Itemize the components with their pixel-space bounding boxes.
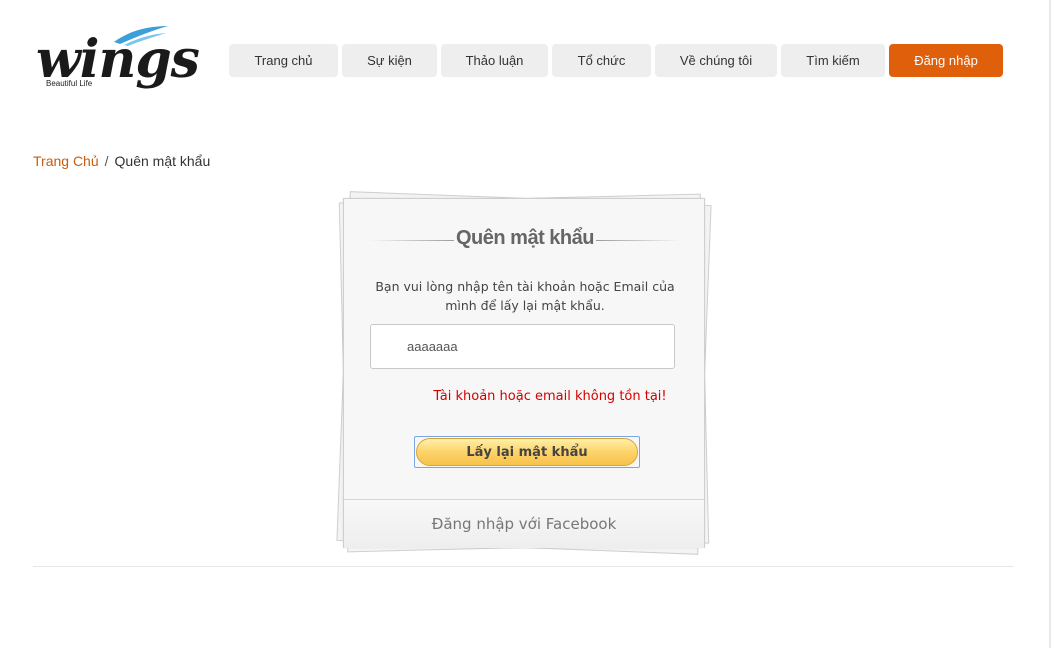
card-title: Quên mật khẩu: [370, 227, 680, 250]
error-message: Tài khoản hoặc email không tồn tại!: [433, 389, 667, 404]
nav-item-organization[interactable]: Tổ chức: [552, 44, 651, 77]
site-header: wings Beautiful Life Trang chủ Sự kiện T…: [0, 0, 1051, 110]
breadcrumb-current: Quên mật khẩu: [114, 153, 211, 169]
breadcrumb: Trang Chủ / Quên mật khẩu: [33, 153, 210, 169]
nav-item-about[interactable]: Về chúng tôi: [655, 44, 777, 77]
breadcrumb-separator: /: [104, 153, 109, 169]
nav-item-discussion[interactable]: Thảo luận: [441, 44, 548, 77]
card-description: Bạn vui lòng nhập tên tài khoản hoặc Ema…: [375, 279, 675, 313]
nav-item-login[interactable]: Đăng nhập: [889, 44, 1003, 77]
nav-item-search[interactable]: Tìm kiếm: [781, 44, 885, 77]
card-front-sheet: Quên mật khẩu Bạn vui lòng nhập tên tài …: [343, 198, 705, 548]
wings-logo[interactable]: wings Beautiful Life: [34, 24, 200, 102]
card-title-text: Quên mật khẩu: [454, 227, 596, 249]
nav-item-events[interactable]: Sự kiện: [342, 44, 437, 77]
footer-divider: [33, 566, 1014, 567]
recover-password-button[interactable]: Lấy lại mật khẩu: [414, 436, 640, 468]
forgot-password-card: Quên mật khẩu Bạn vui lòng nhập tên tài …: [336, 191, 712, 555]
recover-password-label: Lấy lại mật khẩu: [416, 438, 638, 466]
nav-item-home[interactable]: Trang chủ: [229, 44, 338, 77]
card-title-wrap: Quên mật khẩu: [370, 227, 680, 253]
facebook-login-button[interactable]: Đăng nhập với Facebook: [344, 499, 704, 548]
username-email-input[interactable]: [370, 324, 675, 369]
logo-tagline: Beautiful Life: [46, 79, 93, 88]
breadcrumb-home-link[interactable]: Trang Chủ: [33, 153, 99, 169]
